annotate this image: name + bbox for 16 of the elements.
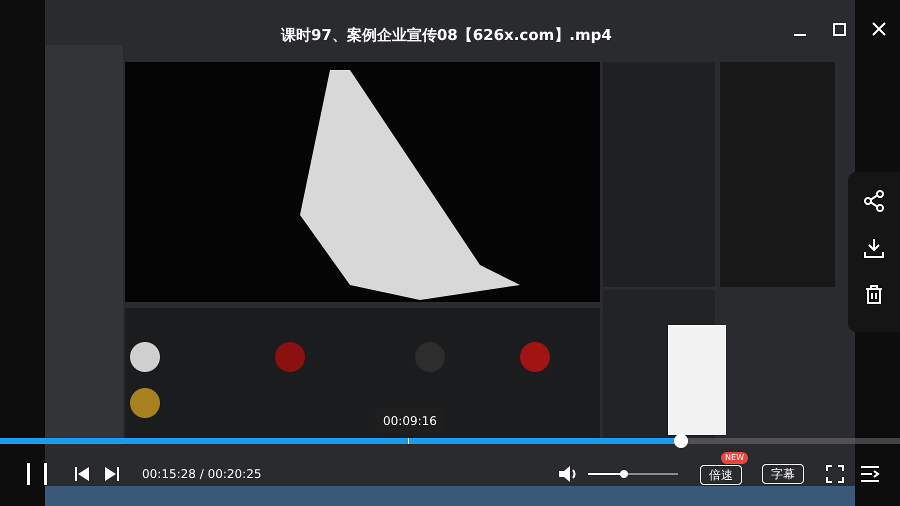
subtitle-button[interactable]: 字幕 [762, 464, 804, 484]
video-title: 课时97、案例企业宣传08【626x.com】.mp4 [281, 25, 612, 46]
share-icon[interactable] [863, 190, 885, 212]
previous-icon[interactable] [74, 466, 90, 482]
delete-icon[interactable] [865, 284, 883, 304]
hover-marker [408, 438, 409, 444]
playback-time: 00:15:28 / 00:20:25 [142, 466, 262, 483]
speed-button[interactable]: 倍速 [700, 465, 742, 485]
playlist-icon[interactable] [860, 465, 880, 483]
new-badge: NEW [721, 452, 748, 464]
maximize-icon[interactable] [833, 22, 846, 36]
next-icon[interactable] [104, 466, 120, 482]
download-icon[interactable] [864, 238, 884, 258]
pause-icon[interactable] [26, 462, 48, 486]
fullscreen-icon[interactable] [826, 465, 844, 483]
close-icon[interactable] [872, 22, 886, 36]
